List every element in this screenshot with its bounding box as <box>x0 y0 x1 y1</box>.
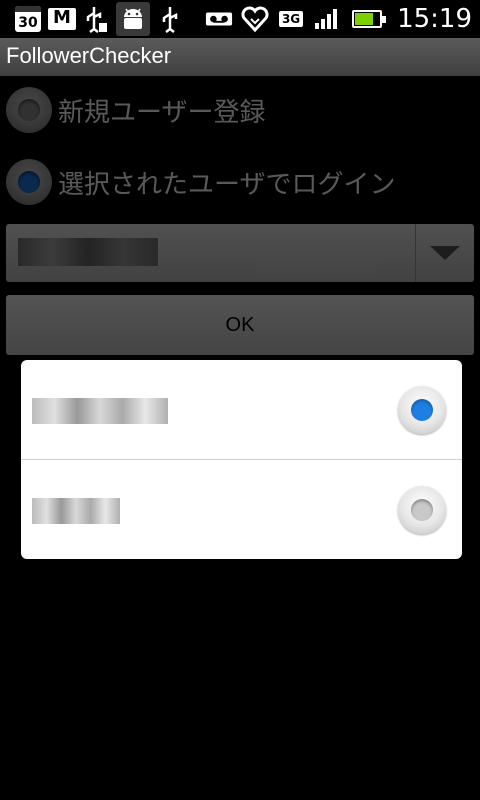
battery-charging-icon <box>349 5 387 33</box>
list-item[interactable] <box>21 460 462 559</box>
voicemail-icon <box>205 5 233 33</box>
app-title: FollowerChecker <box>6 43 172 68</box>
signal-icon <box>313 5 341 33</box>
account-select-dialog <box>21 360 462 559</box>
new-user-label: 新規ユーザー登録 <box>58 97 266 128</box>
ok-button[interactable]: OK <box>6 295 474 355</box>
spinner-dropdown-button[interactable] <box>415 224 474 282</box>
network-3g-icon: 3G <box>277 5 305 33</box>
network-type: 3G <box>278 11 304 27</box>
system-icons: 3G 15:19 <box>205 4 472 34</box>
heart-icon <box>241 5 269 33</box>
notification-icons: 30 <box>14 2 184 36</box>
calendar-icon: 30 <box>14 5 42 33</box>
calendar-day: 30 <box>15 6 41 32</box>
existing-user-option[interactable]: 選択されたユーザでログイン <box>6 158 395 206</box>
usb-icon <box>156 5 184 33</box>
account-radio[interactable] <box>398 486 446 534</box>
list-item[interactable] <box>21 360 462 459</box>
existing-user-label: 選択されたユーザでログイン <box>58 169 396 200</box>
existing-user-radio[interactable] <box>6 159 52 205</box>
new-user-option[interactable]: 新規ユーザー登録 <box>6 86 265 134</box>
usb-debug-icon <box>82 5 110 33</box>
account-spinner[interactable] <box>6 224 474 282</box>
account-name-redacted <box>32 498 120 524</box>
status-bar: 30 3G 15:19 <box>0 0 480 38</box>
chevron-down-icon <box>430 246 460 260</box>
new-user-radio[interactable] <box>6 87 52 133</box>
account-spinner-value-redacted <box>18 238 158 266</box>
account-name-redacted <box>32 398 168 424</box>
app-title-bar: FollowerChecker <box>0 38 480 76</box>
battery-level <box>355 13 374 25</box>
gmail-icon <box>48 5 76 33</box>
account-radio-selected[interactable] <box>398 386 446 434</box>
android-debug-icon <box>116 2 150 36</box>
clock: 15:19 <box>397 4 472 34</box>
